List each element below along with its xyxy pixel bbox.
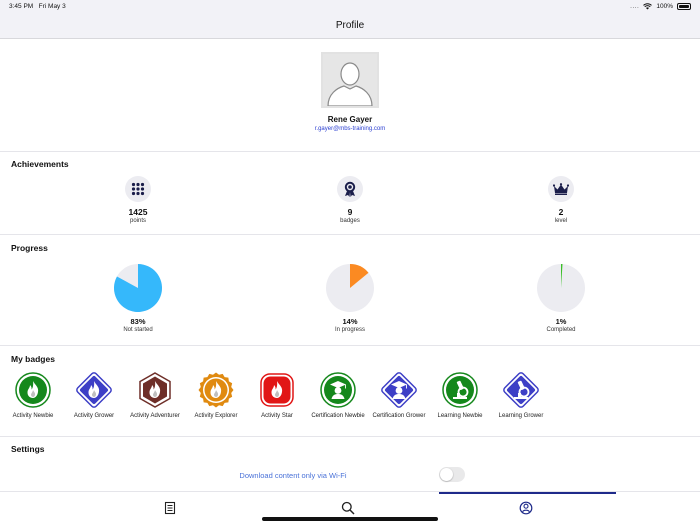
graduate-icon xyxy=(381,372,417,408)
progress-section: Progress 83% Not started 14% In progress… xyxy=(0,236,700,346)
badge-label: Activity Grower xyxy=(73,413,115,419)
achievement-label: badges xyxy=(340,218,360,224)
medal-icon xyxy=(344,181,356,197)
tab-search[interactable] xyxy=(341,501,355,515)
badge-activity-explorer[interactable]: Activity Explorer xyxy=(183,371,249,420)
flame-icon xyxy=(198,372,234,408)
badge-label: Activity Explorer xyxy=(194,413,238,419)
grid-dots-icon xyxy=(131,182,145,196)
tab-selection-indicator xyxy=(439,492,616,494)
toggle-knob[interactable] xyxy=(440,468,453,481)
wifi-icon xyxy=(643,3,653,10)
section-title-settings: Settings xyxy=(11,444,45,454)
badge-label: Certification Grower xyxy=(372,413,426,419)
wifi-only-toggle[interactable] xyxy=(439,467,465,482)
badge-activity-grower[interactable]: Activity Grower xyxy=(61,371,127,420)
flame-icon xyxy=(76,372,112,408)
progress-in-progress: 14% In progress xyxy=(305,263,395,333)
search-icon xyxy=(341,501,355,515)
signal-indicator: .... xyxy=(630,3,640,10)
progress-not-started: 83% Not started xyxy=(93,263,183,333)
achievement-level: 2 level xyxy=(516,176,606,224)
progress-value: 83% xyxy=(130,317,146,326)
graduate-icon xyxy=(320,372,356,408)
achievement-value: 9 xyxy=(347,207,353,217)
profile-icon xyxy=(519,501,533,515)
status-indicators: .... 100% xyxy=(630,3,691,10)
badge-label: Activity Newbie xyxy=(12,413,54,419)
progress-pie xyxy=(537,264,585,312)
progress-pie xyxy=(326,264,374,312)
badge-activity-adventurer[interactable]: Activity Adventurer xyxy=(122,371,188,420)
progress-completed: 1% Completed xyxy=(516,263,606,333)
progress-value: 1% xyxy=(555,317,567,326)
battery-icon xyxy=(677,3,691,10)
person-silhouette-icon xyxy=(323,54,377,106)
section-title-badges: My badges xyxy=(11,354,55,364)
crown-icon xyxy=(553,183,569,195)
achievement-label: level xyxy=(554,218,568,224)
badge-label: Activity Adventurer xyxy=(130,413,180,419)
section-title-progress: Progress xyxy=(11,243,48,253)
badge-activity-newbie[interactable]: Activity Newbie xyxy=(0,371,66,420)
settings-section: Settings Download content only via Wi-Fi xyxy=(0,437,700,491)
user-email[interactable]: r.gayer@mbs-training.com xyxy=(0,126,700,132)
battery-percent: 100% xyxy=(656,3,673,10)
avatar[interactable] xyxy=(321,52,379,108)
badge-learning-grower[interactable]: Learning Grower xyxy=(488,371,554,420)
home-indicator xyxy=(262,517,438,521)
achievement-label: points xyxy=(129,218,146,224)
wifi-only-label: Download content only via Wi-Fi xyxy=(239,471,347,480)
progress-pie xyxy=(114,264,163,312)
progress-value: 14% xyxy=(342,317,358,326)
profile-header: Rene Gayer r.gayer@mbs-training.com xyxy=(0,40,700,152)
flame-icon xyxy=(260,373,294,407)
achievement-value: 1425 xyxy=(128,207,148,217)
flame-icon xyxy=(15,372,51,408)
navigation-bar: Profile xyxy=(0,14,700,39)
achievement-value: 2 xyxy=(558,207,564,217)
page-title: Profile xyxy=(335,20,365,31)
badge-learning-newbie[interactable]: Learning Newbie xyxy=(427,371,493,420)
badge-label: Learning Newbie xyxy=(437,413,483,419)
progress-label: Not started xyxy=(123,327,153,333)
achievements-section: Achievements 1425 points 9 badges 2 leve… xyxy=(0,152,700,235)
progress-label: In progress xyxy=(334,327,365,333)
microscope-icon xyxy=(503,372,539,408)
tab-catalog[interactable] xyxy=(163,501,177,515)
badge-certification-grower[interactable]: Certification Grower xyxy=(366,371,432,420)
tab-profile[interactable] xyxy=(519,501,533,515)
status-bar: 3:45 PM Fri May 3 .... 100% xyxy=(0,0,700,14)
badge-activity-star[interactable]: Activity Star xyxy=(244,371,310,420)
badge-label: Certification Newbie xyxy=(311,413,365,419)
achievement-points: 1425 points xyxy=(93,176,183,224)
microscope-icon xyxy=(442,372,478,408)
badge-label: Learning Grower xyxy=(498,413,544,419)
user-name: Rene Gayer xyxy=(327,115,373,124)
badges-section: My badges Activity Newbie Activity Grower… xyxy=(0,347,700,437)
badge-label: Activity Star xyxy=(261,413,293,419)
progress-label: Completed xyxy=(546,327,576,333)
badge-certification-newbie[interactable]: Certification Newbie xyxy=(305,371,371,420)
achievement-badges: 9 badges xyxy=(305,176,395,224)
catalog-icon xyxy=(164,501,176,515)
flame-icon xyxy=(139,372,171,408)
status-time: 3:45 PM Fri May 3 xyxy=(9,3,66,10)
section-title-achievements: Achievements xyxy=(11,159,69,169)
